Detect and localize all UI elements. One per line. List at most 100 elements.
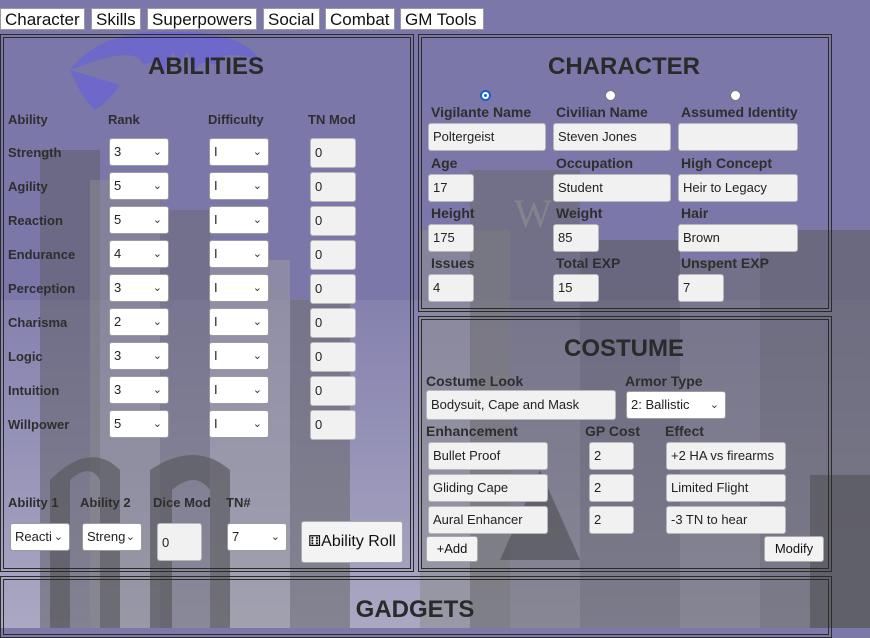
chevron-down-icon: ⌄ [709,399,719,411]
rank-select[interactable]: 2 ⌄ [109,308,169,336]
armor-type-label: Armor Type [625,373,703,389]
difficulty-value: I [214,178,218,193]
ability-roll-button[interactable]: ⚅Ability Roll [301,521,403,563]
tn-mod-input[interactable]: 0 [310,410,356,440]
rank-select[interactable]: 3 ⌄ [109,274,169,302]
vigilante-name-input[interactable]: Poltergeist [428,123,546,151]
chevron-down-icon: ⌄ [152,146,162,158]
add-enhancement-button[interactable]: +Add [426,536,478,562]
rank-value: 3 [114,382,122,397]
enhancement-name-input[interactable]: Aural Enhancer [428,506,548,534]
rank-select[interactable]: 5 ⌄ [109,206,169,234]
difficulty-select[interactable]: I ⌄ [209,138,269,166]
abilities-title: ABILITIES [147,53,264,80]
age-input[interactable]: 17 [428,174,474,202]
enhancement-name-input[interactable]: Gliding Cape [428,474,548,502]
effect-input[interactable]: Limited Flight [666,474,786,502]
gadgets-title: GADGETS [355,596,475,623]
effect-label: Effect [665,423,704,439]
difficulty-select[interactable]: I ⌄ [209,376,269,404]
gp-cost-input[interactable]: 2 [589,442,634,470]
civilian-name-radio[interactable] [605,90,616,101]
chevron-down-icon: ⌄ [152,418,162,430]
tn-label: TN# [226,495,251,510]
tn-mod-input[interactable]: 0 [310,240,356,270]
vigilante-name-label: Vigilante Name [431,104,532,120]
age-label: Age [431,155,458,171]
tab-gm-tools[interactable]: GM Tools [400,8,484,30]
weight-input[interactable]: 85 [553,224,599,252]
tn-mod-input[interactable]: 0 [310,172,356,202]
rank-select[interactable]: 3 ⌄ [109,376,169,404]
difficulty-select[interactable]: I ⌄ [209,308,269,336]
tn-mod-input[interactable]: 0 [310,274,356,304]
height-input[interactable]: 175 [428,224,474,252]
civilian-name-label: Civilian Name [556,104,648,120]
weight-label: Weight [556,205,603,221]
tab-social[interactable]: Social [263,8,320,30]
tn-value: 7 [232,529,240,544]
rank-select[interactable]: 3 ⌄ [109,342,169,370]
ability1-label: Ability 1 [8,495,59,510]
difficulty-value: I [214,348,218,363]
rank-select[interactable]: 5 ⌄ [109,172,169,200]
ability2-select[interactable]: Streng ⌄ [82,523,142,551]
assumed-identity-label: Assumed Identity [681,104,798,120]
rank-value: 5 [114,212,122,227]
occupation-input[interactable]: Student [553,174,671,202]
difficulty-select[interactable]: I ⌄ [209,274,269,302]
difficulty-select[interactable]: I ⌄ [209,240,269,268]
rank-select[interactable]: 4 ⌄ [109,240,169,268]
ability2-label: Ability 2 [80,495,131,510]
ability-name-charisma: Charisma [8,315,68,330]
armor-type-select[interactable]: 2: Ballistic ⌄ [626,391,726,419]
effect-input[interactable]: -3 TN to hear [666,506,786,534]
assumed-identity-radio[interactable] [730,90,741,101]
difficulty-value: I [214,280,218,295]
tn-mod-input[interactable]: 0 [310,206,356,236]
tab-superpowers[interactable]: Superpowers [147,8,257,30]
chevron-down-icon: ⌄ [152,180,162,192]
unspent-exp-input[interactable]: 7 [678,274,724,302]
civilian-name-input[interactable]: Steven Jones [553,123,671,151]
tn-mod-input[interactable]: 0 [310,308,356,338]
vigilante-name-radio[interactable] [480,90,491,101]
ability-roll-label: Ability Roll [321,533,396,550]
character-title: CHARACTER [548,53,700,80]
rank-select[interactable]: 5 ⌄ [109,410,169,438]
ability2-value: Streng [87,529,126,544]
rank-value: 5 [114,416,122,431]
ability1-select[interactable]: Reacti ⌄ [10,523,70,551]
assumed-identity-input[interactable] [678,123,798,151]
difficulty-value: I [214,314,218,329]
hair-input[interactable]: Brown [678,224,798,252]
dice-mod-input[interactable]: 0 [157,523,202,561]
enhancement-name-input[interactable]: Bullet Proof [428,442,548,470]
tab-skills[interactable]: Skills [91,8,141,30]
gp-cost-input[interactable]: 2 [589,506,634,534]
total-exp-input[interactable]: 15 [553,274,599,302]
height-label: Height [431,205,475,221]
issues-input[interactable]: 4 [428,274,474,302]
rank-select[interactable]: 3 ⌄ [109,138,169,166]
tn-select[interactable]: 7 ⌄ [227,523,287,551]
difficulty-select[interactable]: I ⌄ [209,172,269,200]
chevron-down-icon: ⌄ [270,531,280,543]
tn-mod-input[interactable]: 0 [310,138,356,168]
tab-character[interactable]: Character [0,8,85,30]
difficulty-select[interactable]: I ⌄ [209,410,269,438]
modify-button[interactable]: Modify [764,536,824,562]
header-rank: Rank [108,112,140,127]
high-concept-input[interactable]: Heir to Legacy [678,174,798,202]
difficulty-select[interactable]: I ⌄ [209,206,269,234]
chevron-down-icon: ⌄ [252,384,262,396]
gp-cost-input[interactable]: 2 [589,474,634,502]
difficulty-select[interactable]: I ⌄ [209,342,269,370]
costume-look-input[interactable]: Bodysuit, Cape and Mask [426,390,616,420]
tab-combat[interactable]: Combat [325,8,395,30]
tn-mod-input[interactable]: 0 [310,376,356,406]
effect-input[interactable]: +2 HA vs firearms [666,442,786,470]
total-exp-label: Total EXP [556,255,621,271]
rank-value: 2 [114,314,122,329]
tn-mod-input[interactable]: 0 [310,342,356,372]
